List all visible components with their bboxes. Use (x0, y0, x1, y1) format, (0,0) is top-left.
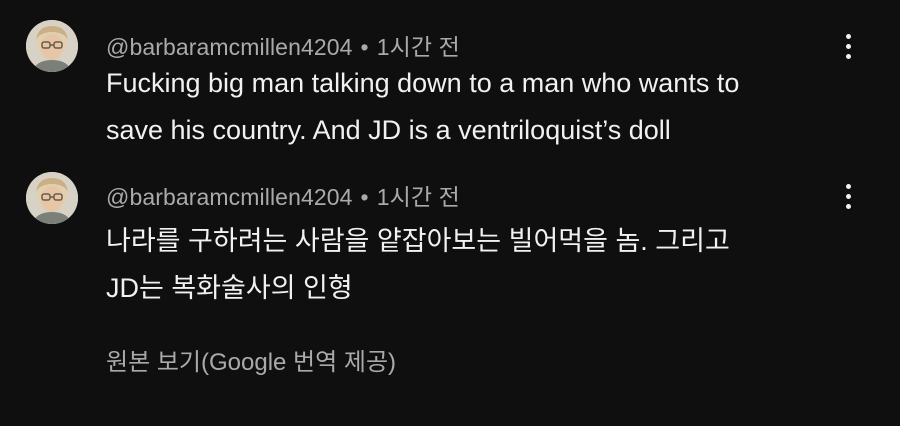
separator-dot: • (360, 184, 369, 210)
avatar-image (26, 20, 78, 72)
more-options-icon[interactable] (834, 26, 862, 66)
author-handle[interactable]: @barbaramcmillen4204 (106, 184, 353, 210)
avatar[interactable] (26, 172, 78, 224)
comment-time[interactable]: 1시간 전 (377, 34, 460, 60)
separator-dot: • (360, 34, 369, 60)
comments-panel: @barbaramcmillen4204 • 1시간 전 Fucking big m… (0, 0, 900, 426)
comment-meta: @barbaramcmillen4204 • 1시간 전 (106, 28, 460, 62)
comment-meta: @barbaramcmillen4204 • 1시간 전 (106, 178, 460, 212)
comment-text: 나라를 구하려는 사람을 얕잡아보는 빌어먹을 놈. 그리고 JD는 복화술사의… (106, 218, 846, 312)
avatar-image (26, 172, 78, 224)
see-original-link[interactable]: 원본 보기(Google 번역 제공) (106, 342, 396, 377)
comment-line: save his country. And JD is a ventriloqu… (106, 115, 671, 145)
comment-line: 나라를 구하려는 사람을 얕잡아보는 빌어먹을 놈. 그리고 (106, 226, 730, 256)
comment-line: Fucking big man talking down to a man wh… (106, 68, 740, 98)
comment-line: JD는 복화술사의 인형 (106, 273, 353, 303)
avatar[interactable] (26, 20, 78, 72)
more-options-icon[interactable] (834, 176, 862, 216)
comment-text: Fucking big man talking down to a man wh… (106, 60, 846, 154)
comment-time[interactable]: 1시간 전 (377, 184, 460, 210)
author-handle[interactable]: @barbaramcmillen4204 (106, 34, 353, 60)
